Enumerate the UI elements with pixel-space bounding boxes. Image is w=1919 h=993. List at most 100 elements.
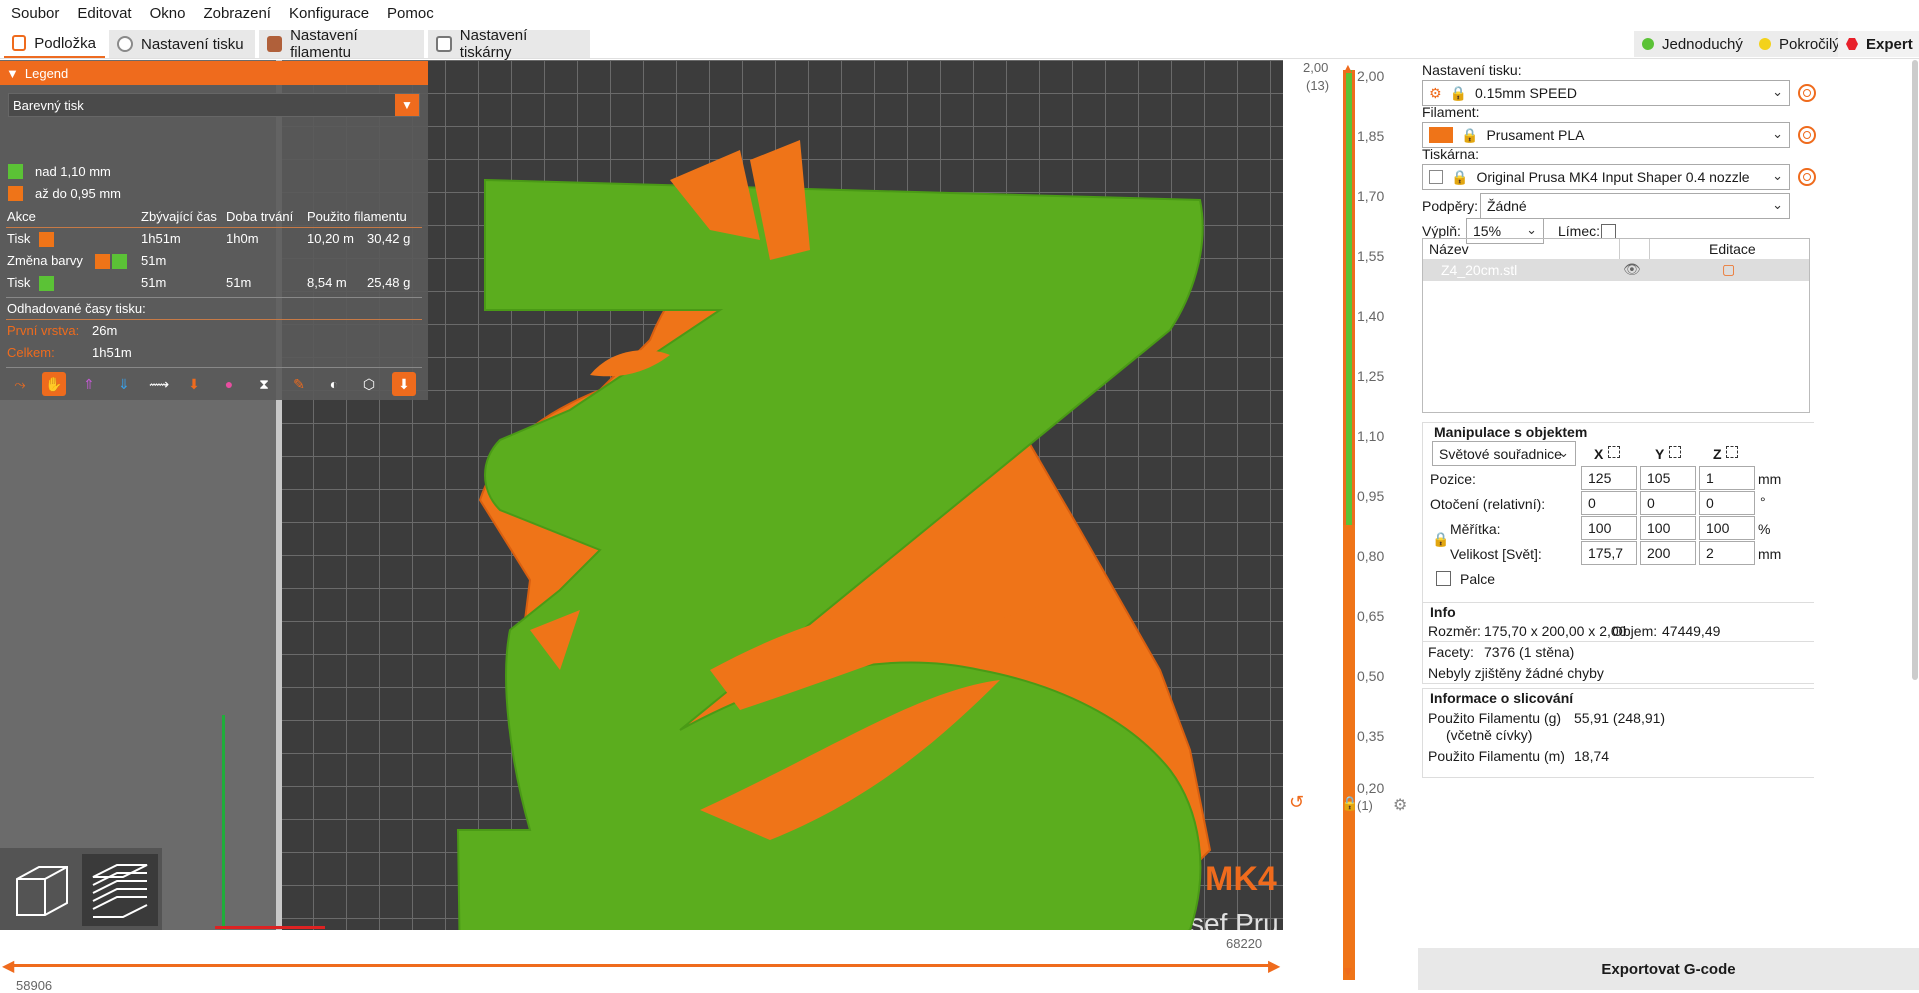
print-settings-edit-icon[interactable] (1798, 84, 1816, 102)
coordinate-system-value: Světové souřadnice (1439, 445, 1562, 462)
divider (6, 319, 422, 320)
tool-marker-icon[interactable]: ⬇ (392, 372, 416, 396)
rotation-x-field[interactable]: 0 (1581, 491, 1637, 515)
cog-icon[interactable]: ⚙ (1393, 795, 1407, 815)
size-info-value: 175,70 x 200,00 x 2,00 (1484, 623, 1627, 639)
lock-icon[interactable]: 🔒 (1341, 795, 1358, 812)
travel-icon[interactable]: ⤳ (8, 372, 32, 396)
mode-expert-button[interactable]: Expert (1838, 31, 1919, 57)
printer-combo[interactable]: 🔒 Original Prusa MK4 Input Shaper 0.4 no… (1422, 164, 1790, 190)
printer-edit-icon[interactable] (1798, 168, 1816, 186)
tab-print-settings[interactable]: Nastavení tisku (109, 30, 255, 58)
inches-checkbox[interactable] (1436, 571, 1451, 586)
seams-icon[interactable]: ⟿ (147, 372, 171, 396)
menu-help[interactable]: Pomoc (378, 0, 443, 28)
rotation-y-field[interactable]: 0 (1640, 491, 1696, 515)
menu-view[interactable]: Zobrazení (194, 0, 280, 28)
left-arrow-icon[interactable]: ◀ (2, 956, 14, 976)
position-z-field[interactable]: 1 (1699, 466, 1755, 490)
object-row[interactable]: Z4_20cm.stl 👁 ▢ (1423, 259, 1809, 281)
menu-edit[interactable]: Editovat (68, 0, 140, 28)
filament-edit-icon[interactable] (1798, 126, 1816, 144)
position-x-field[interactable]: 125 (1581, 466, 1637, 490)
collapse-triangle-icon: ▼ (6, 65, 19, 81)
pause-prints-icon[interactable]: ⧗ (252, 372, 276, 396)
filament-label: Filament: (1422, 104, 1480, 120)
row-action: Tisk (7, 231, 31, 246)
brim-checkbox[interactable] (1601, 224, 1616, 239)
chevron-down-icon: ⌄ (1772, 84, 1783, 99)
drop-to-bed-icon[interactable] (1608, 446, 1620, 458)
axis-x-label: X (1594, 446, 1604, 462)
legend-header[interactable]: ▼ Legend (0, 61, 428, 85)
green-swatch-icon (112, 254, 127, 269)
drop-to-bed-icon[interactable] (1726, 446, 1738, 458)
supports-combo[interactable]: Žádné ⌄ (1480, 193, 1790, 219)
revert-icon[interactable]: ↺ (1289, 792, 1304, 813)
color-changes-icon[interactable]: ● (217, 372, 241, 396)
tab-printer-settings[interactable]: Nastavení tiskárny (428, 27, 590, 61)
tick-label: 1,40 (1357, 308, 1385, 324)
sidebar-scrollbar[interactable] (1912, 60, 1918, 680)
volume-label: Objem: (1612, 623, 1658, 639)
filament-value: Prusament PLA (1486, 127, 1585, 143)
scale-z-field[interactable]: 100 (1699, 516, 1755, 540)
tick-label: 1,55 (1357, 248, 1385, 264)
total-value: 1h51m (92, 345, 132, 360)
3d-view-button[interactable] (6, 854, 78, 926)
lock-scale-icon[interactable]: 🔒 (1432, 531, 1449, 548)
mode-simple-button[interactable]: Jednoduchý (1634, 31, 1751, 57)
vertical-slider[interactable]: 2,00 (13) ▲ ▼ 2,00 1,85 1,70 1,55 1,40 1… (1283, 60, 1418, 990)
top-thumb-icon[interactable]: ▲ (1341, 60, 1355, 76)
tool-changes-icon[interactable]: ⬇ (182, 372, 206, 396)
green-swatch-icon (8, 164, 23, 179)
orange-swatch-icon (8, 186, 23, 201)
menu-file[interactable]: Soubor (2, 0, 68, 28)
menu-window[interactable]: Okno (141, 0, 195, 28)
tick-label: 0,65 (1357, 608, 1385, 624)
center-of-gravity-icon[interactable]: ◐ (322, 372, 346, 396)
tab-filament-settings[interactable]: Nastavení filamentu (259, 27, 424, 61)
divider (6, 227, 422, 228)
rotation-z-field[interactable]: 0 (1699, 491, 1755, 515)
deretractions-icon[interactable]: ⇓ (112, 372, 136, 396)
scale-x-field[interactable]: 100 (1581, 516, 1637, 540)
tab-plater[interactable]: Podložka (4, 30, 105, 58)
mode-advanced-button[interactable]: Pokročilý (1751, 31, 1848, 57)
drop-to-bed-icon[interactable] (1669, 446, 1681, 458)
filament-combo[interactable]: 🔒 Prusament PLA ⌄ (1422, 122, 1790, 148)
print-settings-combo[interactable]: ⚙ 🔒 0.15mm SPEED ⌄ (1422, 80, 1790, 106)
size-x-field[interactable]: 175,7 (1581, 541, 1637, 565)
legend-title: Legend (24, 65, 69, 81)
manipulation-title: Manipulace s objektem (1434, 424, 1588, 440)
scale-y-field[interactable]: 100 (1640, 516, 1696, 540)
coordinate-system-combo[interactable]: Světové souřadnice ⌄ (1432, 441, 1576, 466)
custom-gcode-icon[interactable]: ✎ (287, 372, 311, 396)
retractions-icon[interactable]: ⇑ (77, 372, 101, 396)
menu-bar: Soubor Editovat Okno Zobrazení Konfigura… (0, 0, 1919, 28)
menu-configuration[interactable]: Konfigurace (280, 0, 378, 28)
wipe-icon[interactable]: ✋ (42, 372, 66, 396)
shells-icon[interactable]: ⬡ (357, 372, 381, 396)
tick-label: 1,70 (1357, 188, 1385, 204)
horizontal-slider[interactable]: ◀ ▶ 58906 68220 (0, 930, 1283, 993)
bottom-thumb-icon[interactable]: ▼ (1341, 963, 1355, 979)
right-arrow-icon[interactable]: ▶ (1268, 956, 1280, 976)
filament-color-swatch (1429, 127, 1453, 143)
size-z-field[interactable]: 2 (1699, 541, 1755, 565)
col-remaining: Zbývající čas (141, 209, 217, 224)
first-layer-value: 26m (92, 323, 118, 338)
size-label: Velikost [Svět]: (1450, 546, 1542, 562)
export-gcode-button[interactable]: Exportovat G-code (1418, 948, 1919, 990)
position-y-field[interactable]: 105 (1640, 466, 1696, 490)
edit-object-icon[interactable]: ▢ (1722, 261, 1735, 278)
layers-icon (92, 864, 148, 918)
layers-view-button[interactable] (82, 854, 158, 926)
col-edit-header: Editace (1709, 241, 1756, 257)
size-y-field[interactable]: 200 (1640, 541, 1696, 565)
brim-label: Límec: (1558, 223, 1601, 239)
legend-view-type-select[interactable]: Barevný tisk ▼ (8, 93, 420, 117)
eye-icon[interactable]: 👁 (1623, 261, 1641, 278)
slice-info-title: Informace o slicování (1430, 690, 1574, 706)
model-preview[interactable] (440, 110, 1240, 930)
